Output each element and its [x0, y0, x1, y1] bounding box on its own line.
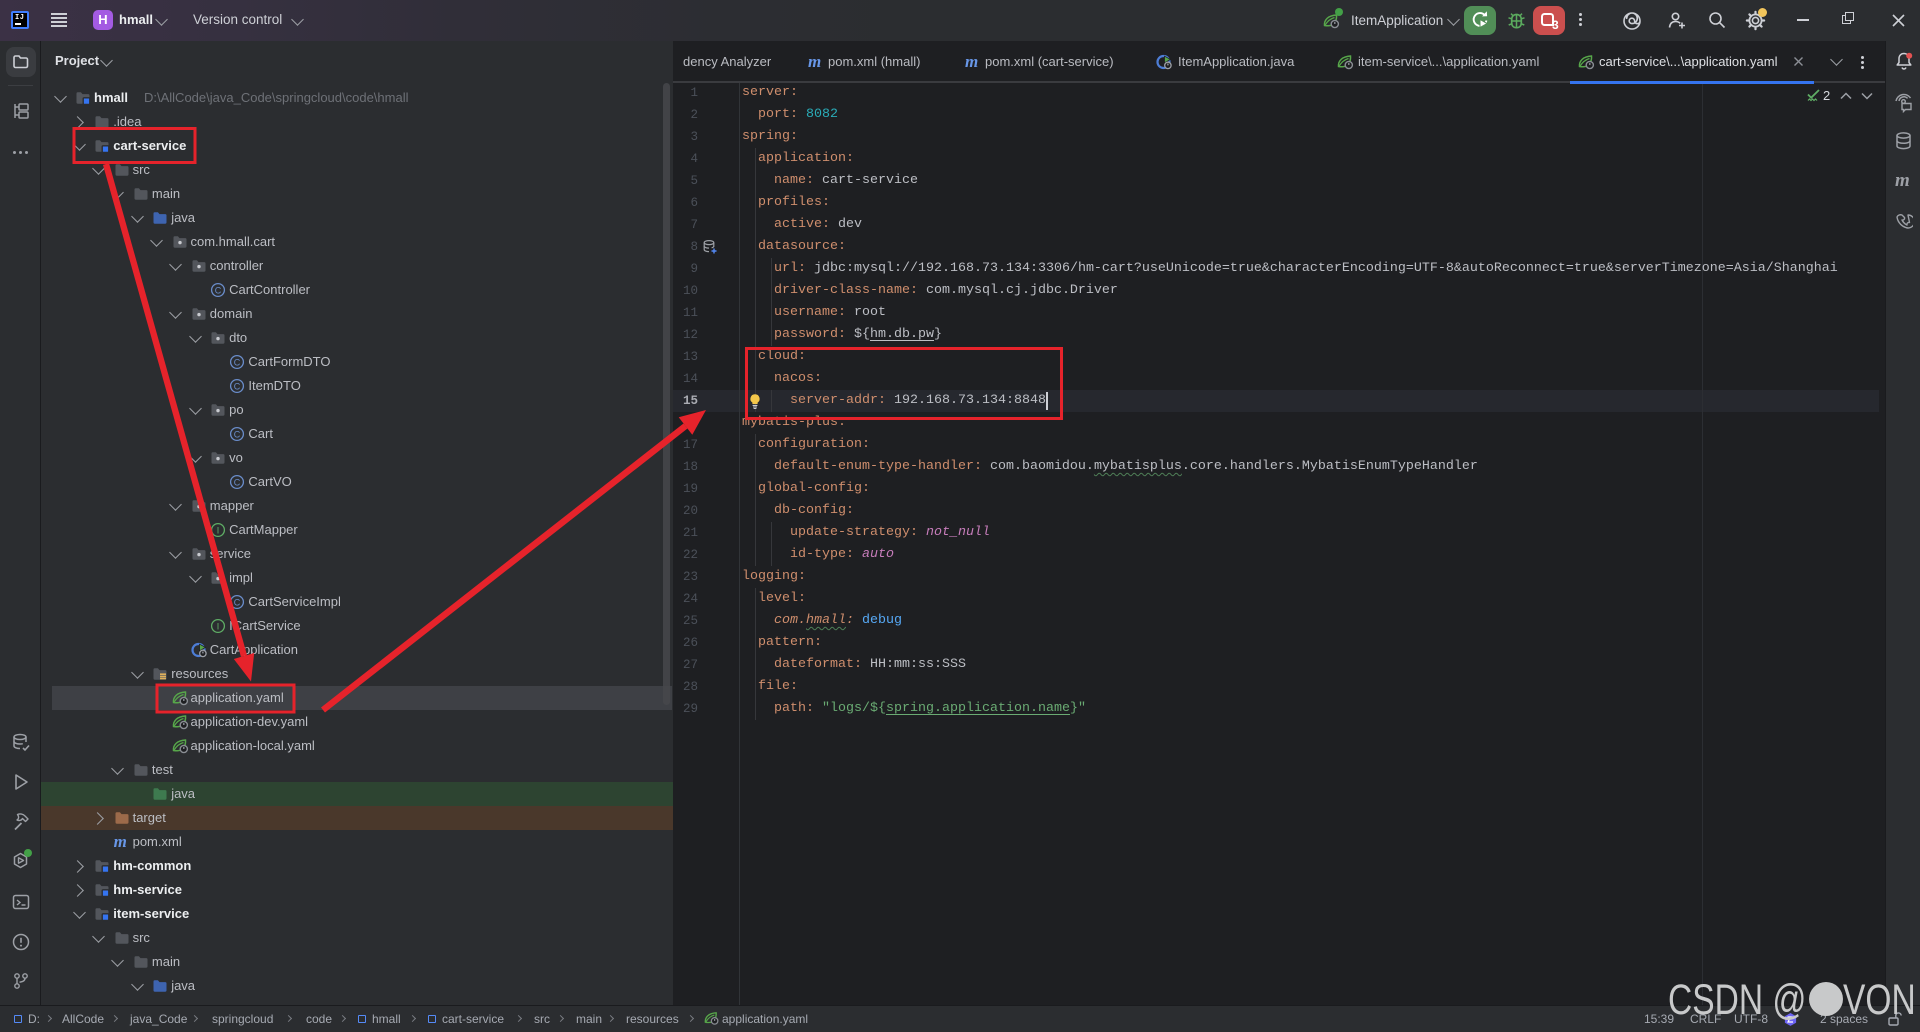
svg-text:I: I	[217, 525, 220, 535]
svg-text:C: C	[234, 477, 241, 487]
svg-text:C: C	[234, 357, 241, 367]
svg-text:C: C	[234, 597, 241, 607]
svg-text:C: C	[234, 429, 241, 439]
svg-text:C: C	[234, 381, 241, 391]
svg-text:C: C	[215, 285, 222, 295]
svg-text:I: I	[217, 621, 220, 631]
